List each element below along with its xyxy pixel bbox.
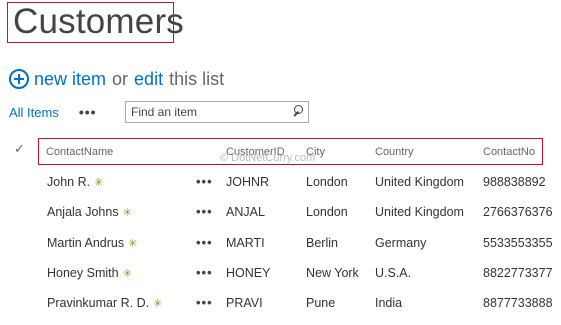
item-menu-ellipsis[interactable]: ••• (196, 294, 213, 312)
country: U.S.A. (375, 266, 412, 280)
watermark: © DotNetCurry.com (220, 152, 316, 164)
item-menu-ellipsis[interactable]: ••• (196, 203, 213, 221)
city: Pune (306, 296, 336, 310)
table-row[interactable]: John R. ✳ ••• JOHNR London United Kingdom… (0, 173, 561, 204)
column-header-contactname[interactable]: ContactName (46, 146, 113, 158)
search-input[interactable] (126, 105, 291, 119)
customer-id: HONEY (226, 266, 271, 280)
column-header-country[interactable]: Country (375, 146, 414, 158)
contact-no: 8877733888 (483, 296, 553, 310)
city: London (306, 205, 348, 219)
table-row[interactable]: Pravinkumar R. D. ✳ ••• PRAVI Pune India … (0, 294, 561, 325)
table-row[interactable]: Martin Andrus ✳ ••• MARTI Berlin Germany … (0, 234, 561, 265)
contact-name[interactable]: Anjala Johns (47, 205, 119, 219)
customer-id: JOHNR (226, 175, 270, 189)
new-item-bar: new item or edit this list (9, 67, 230, 91)
item-menu-ellipsis[interactable]: ••• (196, 264, 213, 282)
view-all-items[interactable]: All Items (9, 105, 59, 120)
contact-no: 8822773377 (483, 266, 553, 280)
item-menu-ellipsis[interactable]: ••• (196, 234, 213, 252)
contact-no: 5533553355 (483, 236, 553, 250)
country: United Kingdom (375, 205, 464, 219)
contact-name[interactable]: John R. (47, 175, 90, 189)
new-item-icon: ✳ (153, 298, 163, 310)
contact-name[interactable]: Martin Andrus (47, 236, 124, 250)
edit-link[interactable]: edit (134, 69, 163, 90)
country: United Kingdom (375, 175, 464, 189)
customer-id: ANJAL (226, 205, 265, 219)
contact-no: 988838892 (483, 175, 546, 189)
customer-id: PRAVI (226, 296, 263, 310)
column-header-contactno[interactable]: ContactNo (483, 146, 535, 158)
customer-id: MARTI (226, 236, 265, 250)
view-options-ellipsis[interactable]: ••• (79, 104, 97, 120)
search-icon[interactable] (291, 104, 304, 120)
add-icon[interactable] (9, 69, 29, 89)
new-item-link[interactable]: new item (34, 69, 106, 90)
or-text: or (112, 68, 129, 89)
page-title: Customers (13, 2, 185, 41)
view-toolbar: All Items ••• (9, 101, 97, 123)
contact-no: 2766376376 (483, 205, 553, 219)
city: London (306, 175, 348, 189)
search-box[interactable] (125, 101, 309, 123)
table-row[interactable]: Anjala Johns ✳ ••• ANJAL London United Ki… (0, 203, 561, 234)
city: New York (306, 266, 359, 280)
new-item-icon: ✳ (122, 268, 132, 280)
new-item-icon: ✳ (122, 207, 132, 219)
country: India (375, 296, 403, 310)
contact-name[interactable]: Honey Smith (47, 266, 119, 280)
table-row[interactable]: Honey Smith ✳ ••• HONEY New York U.S.A. 8… (0, 264, 561, 295)
new-item-icon: ✳ (128, 238, 138, 250)
new-item-icon: ✳ (94, 177, 104, 189)
contact-name[interactable]: Pravinkumar R. D. (47, 296, 149, 310)
city: Berlin (306, 236, 338, 250)
country: Germany (375, 236, 427, 250)
item-menu-ellipsis[interactable]: ••• (196, 173, 213, 191)
this-list-text: this list (169, 68, 225, 89)
select-all-check[interactable]: ✓ (14, 141, 25, 157)
